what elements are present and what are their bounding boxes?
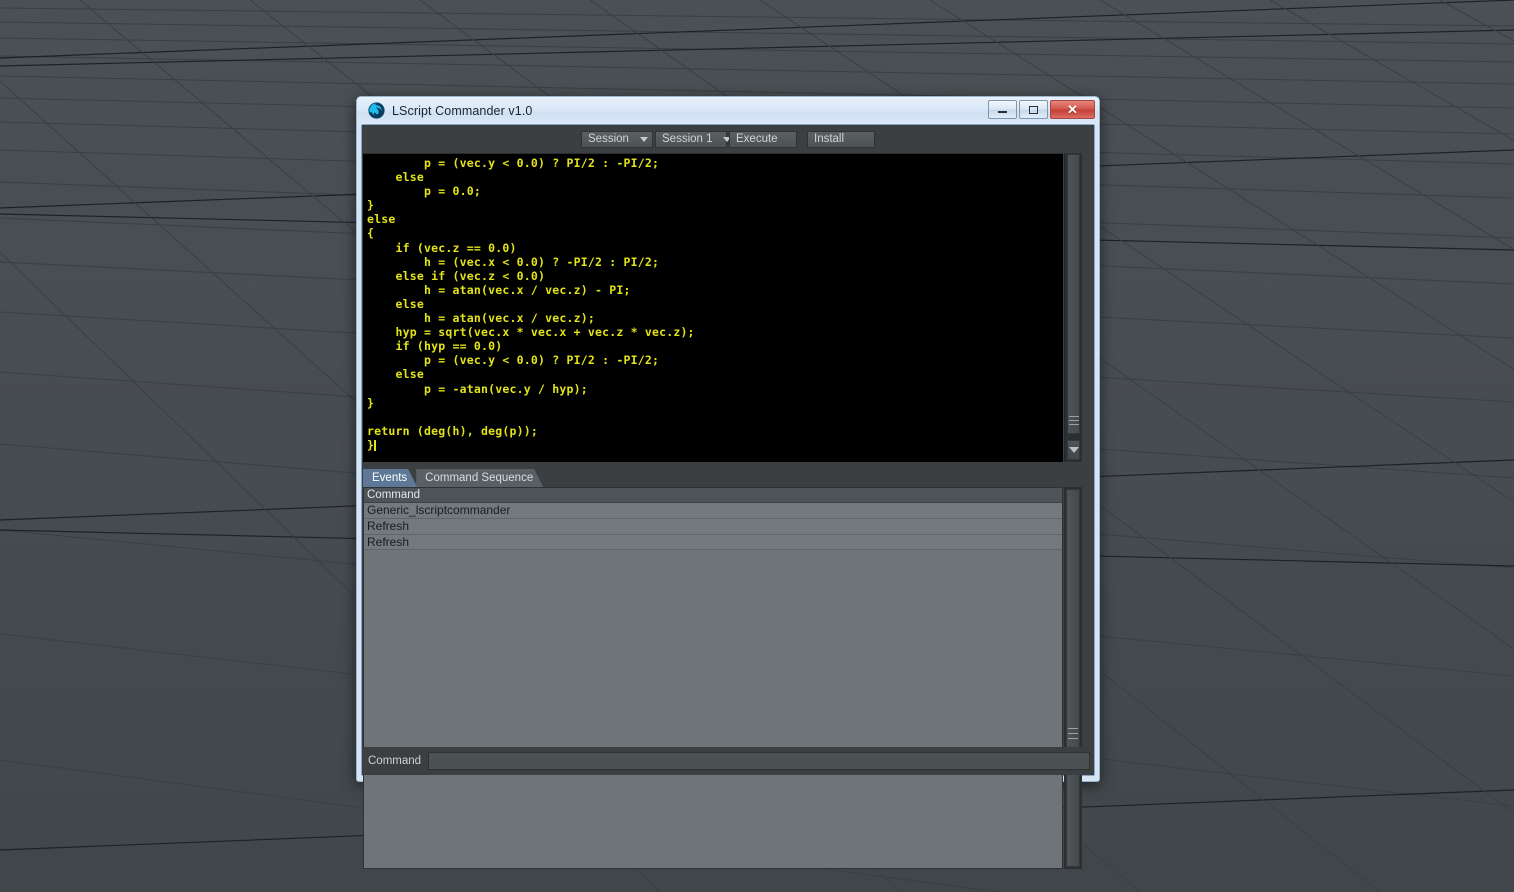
panel-tabstrip: Events Command Sequence [363, 469, 1082, 487]
script-editor[interactable]: p = (vec.y < 0.0) ? PI/2 : -PI/2; else p… [363, 153, 1063, 462]
close-button[interactable]: ✕ [1050, 100, 1095, 119]
list-vertical-scrollbar[interactable] [1064, 487, 1082, 869]
editor-vertical-scrollbar[interactable] [1064, 153, 1082, 462]
window-client-area: Session Session 1 Execute Install p = (v… [361, 124, 1095, 869]
chevron-down-icon [1068, 447, 1079, 453]
session-select-dropdown[interactable]: Session 1 [655, 130, 731, 148]
tab-events[interactable]: Events [363, 469, 417, 487]
close-icon: ✕ [1067, 102, 1078, 117]
toolbar: Session Session 1 Execute Install [362, 125, 1094, 153]
execute-button[interactable]: Execute [729, 130, 797, 148]
session-select-label: Session 1 [662, 133, 713, 145]
window-titlebar[interactable]: LScript Commander v1.0 ✕ [357, 97, 1099, 124]
session-menu-label: Session [588, 133, 629, 145]
events-list: Command Generic_lscriptcommander Refresh… [363, 487, 1063, 869]
command-input-label: Command [368, 755, 422, 767]
list-scrollbar-thumb[interactable] [1066, 489, 1080, 867]
editor-scroll-down-button[interactable] [1067, 440, 1080, 460]
tab-command-sequence[interactable]: Command Sequence [416, 469, 543, 487]
script-editor-text[interactable]: p = (vec.y < 0.0) ? PI/2 : -PI/2; else p… [363, 154, 1063, 452]
window-title: LScript Commander v1.0 [392, 103, 533, 118]
scrollbar-grip-line [1068, 733, 1078, 734]
list-item[interactable]: Generic_lscriptcommander [364, 503, 1062, 519]
list-item[interactable]: Refresh [364, 534, 1062, 551]
maximize-button[interactable] [1019, 100, 1048, 119]
command-input[interactable] [428, 752, 1090, 770]
list-column-header-command: Command [364, 488, 1062, 503]
editor-scrollbar-thumb[interactable] [1067, 154, 1080, 434]
command-bar: Command [362, 747, 1094, 775]
list-item[interactable]: Refresh [364, 518, 1062, 535]
minimize-button[interactable] [988, 100, 1017, 119]
session-menu-dropdown[interactable]: Session [581, 130, 653, 148]
maximize-icon [1029, 105, 1038, 114]
lightwave-swirl-icon [368, 102, 385, 119]
scrollbar-grip-line [1068, 728, 1078, 729]
scrollbar-grip-line [1068, 424, 1079, 425]
script-source: p = (vec.y < 0.0) ? PI/2 : -PI/2; else p… [367, 156, 695, 452]
text-caret [374, 439, 376, 451]
scrollbar-grip-line [1068, 738, 1078, 739]
install-button[interactable]: Install [807, 130, 875, 148]
list-rows-container: Generic_lscriptcommander Refresh Refresh [364, 503, 1062, 551]
window-controls: ✕ [988, 100, 1095, 119]
minimize-icon [998, 111, 1007, 113]
scrollbar-grip-line [1068, 416, 1079, 417]
chevron-down-icon [640, 136, 648, 142]
lscript-commander-window: LScript Commander v1.0 ✕ Session Session… [356, 96, 1100, 869]
scrollbar-grip-line [1068, 420, 1079, 421]
